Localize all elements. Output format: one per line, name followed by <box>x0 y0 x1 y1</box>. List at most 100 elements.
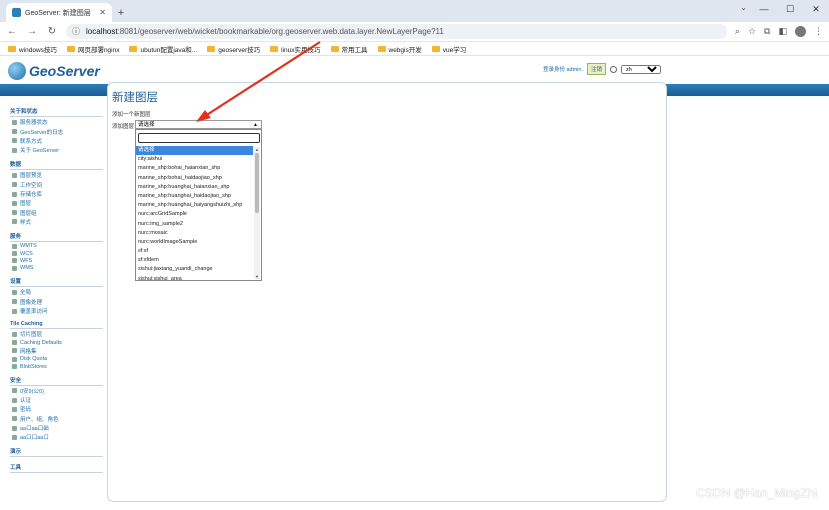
tab-search-chevron-icon[interactable]: ⌄ <box>740 3 747 12</box>
sidebar-item[interactable]: 图层组 <box>12 209 103 217</box>
sidebar-item[interactable]: 图层预览 <box>12 171 103 179</box>
sidebar-item[interactable]: 切片图层 <box>12 330 103 338</box>
dropdown-option[interactable]: sf:sf <box>136 247 253 256</box>
back-icon[interactable]: ← <box>6 26 18 37</box>
dropdown-option[interactable]: sishui:sishui_area <box>136 275 253 280</box>
bookmark-label: 常用工具 <box>341 46 368 54</box>
sidebar-item[interactable]: 用户、组、角色 <box>12 415 103 423</box>
bookmark-item[interactable]: vue学习 <box>431 44 466 54</box>
bookmark-item[interactable]: windows技巧 <box>8 44 57 54</box>
sidebar-item[interactable]: 0安9(公0) <box>12 387 103 395</box>
sidebar-item[interactable]: WFS <box>12 258 103 264</box>
sidebar-item-label: 图层预览 <box>20 173 43 180</box>
sidebar-item-label: WCS <box>20 250 33 257</box>
scroll-down-icon[interactable]: ▼ <box>254 274 260 279</box>
new-tab-button[interactable]: + <box>112 3 130 22</box>
dropdown-option[interactable]: sf:sfdem <box>136 256 253 265</box>
bookmark-item[interactable]: geoserver技巧 <box>207 44 260 54</box>
menu-icon[interactable]: ⋮ <box>814 26 823 37</box>
reload-icon[interactable]: ↻ <box>46 26 58 37</box>
sidebar-item[interactable]: 关于 GeoServer <box>12 146 103 154</box>
scroll-up-icon[interactable]: ▲ <box>254 147 260 152</box>
sidebar-item-label: 0安9(公0) <box>20 388 44 395</box>
sidebar-item[interactable]: aa口口aa口 <box>12 433 103 441</box>
address-bar[interactable]: ⓘ localhost:8081/geoserver/web/wicket/bo… <box>66 24 727 39</box>
sidebar-item[interactable]: 联系方式 <box>12 137 103 145</box>
sidebar-item-label: aa口口aa口 <box>20 435 49 442</box>
sidebar-item[interactable]: WCS <box>12 251 103 257</box>
sidebar-item[interactable]: Caching Defaults <box>12 340 103 346</box>
maximize-button[interactable]: ☐ <box>777 0 803 18</box>
forward-icon[interactable]: → <box>26 26 38 37</box>
sidebar-item-label: 样式 <box>20 219 32 226</box>
sidebar-item-icon <box>12 340 17 346</box>
close-tab-icon[interactable]: ✕ <box>99 8 106 17</box>
sidebar-item-icon <box>12 265 17 271</box>
sidebar-item[interactable]: 认证 <box>12 396 103 404</box>
tab-strip: GeoServer: 新建图层 ✕ + ⌄ — ☐ ✕ <box>0 0 829 22</box>
zoom-icon[interactable]: ⌕ <box>735 26 740 37</box>
dropdown-option[interactable]: sishui:jiaxiang_yuandi_change <box>136 265 253 274</box>
sidebar-item[interactable]: 网格集 <box>12 347 103 355</box>
site-info-icon[interactable]: ⓘ <box>72 26 80 37</box>
dropdown-option[interactable]: nurc:worldImageSample <box>136 238 253 247</box>
dropdown-arrow-icon: ▲ <box>253 122 258 128</box>
dropdown-option[interactable]: nurc:img_sample2 <box>136 220 253 229</box>
sidebar-item[interactable]: BlobStores <box>12 364 103 370</box>
sidebar-item[interactable]: 覆盖率访问 <box>12 307 103 315</box>
dropdown-search-input[interactable] <box>138 133 260 143</box>
sidebar-item[interactable]: Disk Quota <box>12 356 103 362</box>
dropdown-option[interactable]: 请选择 <box>136 146 253 156</box>
sidebar-item-label: 密码 <box>20 407 32 414</box>
geoserver-logo[interactable]: GeoServer <box>8 61 100 80</box>
bookmarks-bar: windows技巧 网页部署nginx ubutun配置java和... geoser… <box>0 42 829 56</box>
bookmark-item[interactable]: 常用工具 <box>330 44 368 54</box>
layer-source-select[interactable]: 请选择 ▲ <box>135 120 262 129</box>
sidebar-item-icon <box>12 397 17 403</box>
select-value: 请选择 <box>138 122 155 128</box>
sidebar-item[interactable]: 图层 <box>12 199 103 207</box>
sidebar-item-label: GeoServer的日志 <box>20 129 64 136</box>
add-layer-label: 添加图层 <box>112 124 135 130</box>
tab-title: GeoServer: 新建图层 <box>25 9 91 17</box>
extensions-icon[interactable]: ⧉ <box>764 26 770 37</box>
minimize-button[interactable]: — <box>751 0 777 18</box>
dropdown-option[interactable]: marine_shp:huanghai_haianxian_shp <box>136 183 253 192</box>
bookmark-star-icon[interactable]: ☆ <box>748 26 756 37</box>
sidebar-item-icon <box>12 406 17 412</box>
sidebar-item[interactable]: 存储仓库 <box>12 190 103 198</box>
bookmark-item[interactable]: webgis开发 <box>377 44 422 54</box>
bookmark-item[interactable]: ubutun配置java和... <box>129 44 197 54</box>
profile-avatar[interactable] <box>795 26 806 37</box>
sidebar-item-label: 切片图层 <box>20 332 43 339</box>
dropdown-option[interactable]: marine_shp:bohai_haidaojiao_shp <box>136 174 253 183</box>
sidebar-item-label: BlobStores <box>20 363 47 370</box>
logout-button[interactable]: 注销 <box>586 63 606 75</box>
sidepanel-icon[interactable]: ◧ <box>778 26 787 37</box>
sidebar-item[interactable]: 样式 <box>12 218 103 226</box>
dropdown-scrollbar[interactable]: ▲ ▼ <box>254 147 260 279</box>
sidebar-item[interactable]: WMS <box>12 265 103 271</box>
dropdown-option[interactable]: marine_shp:huanghai_haidaojiao_shp <box>136 192 253 201</box>
sidebar-item[interactable]: 服务器状态 <box>12 118 103 126</box>
dropdown-option[interactable]: marine_shp:bohai_haianxian_shp <box>136 164 253 173</box>
sidebar-item[interactable]: 图像处理 <box>12 298 103 306</box>
sidebar-item[interactable]: aa口aa口础 <box>12 424 103 432</box>
dropdown-option[interactable]: nurc:arcGridSample <box>136 210 253 219</box>
bookmark-item[interactable]: linux实用技巧 <box>270 44 321 54</box>
language-select[interactable]: zh <box>621 64 661 74</box>
sidebar-section-title: 服务 <box>10 232 103 242</box>
sidebar-item[interactable]: GeoServer的日志 <box>12 128 103 136</box>
dropdown-option[interactable]: marine_shp:huanghai_haiyangshuizhi_shp <box>136 201 253 210</box>
close-window-button[interactable]: ✕ <box>803 0 829 18</box>
browser-tab[interactable]: GeoServer: 新建图层 ✕ <box>6 3 112 22</box>
dropdown-option[interactable]: city:aishui <box>136 155 253 164</box>
scroll-thumb[interactable] <box>255 153 259 213</box>
sidebar-item-icon <box>12 416 17 422</box>
sidebar-item[interactable]: 密码 <box>12 405 103 413</box>
sidebar-item[interactable]: WMTS <box>12 243 103 249</box>
sidebar-item[interactable]: 工作空间 <box>12 181 103 189</box>
sidebar-item[interactable]: 全局 <box>12 288 103 296</box>
bookmark-item[interactable]: 网页部署nginx <box>66 44 119 54</box>
dropdown-option[interactable]: nurc:mosaic <box>136 229 253 238</box>
